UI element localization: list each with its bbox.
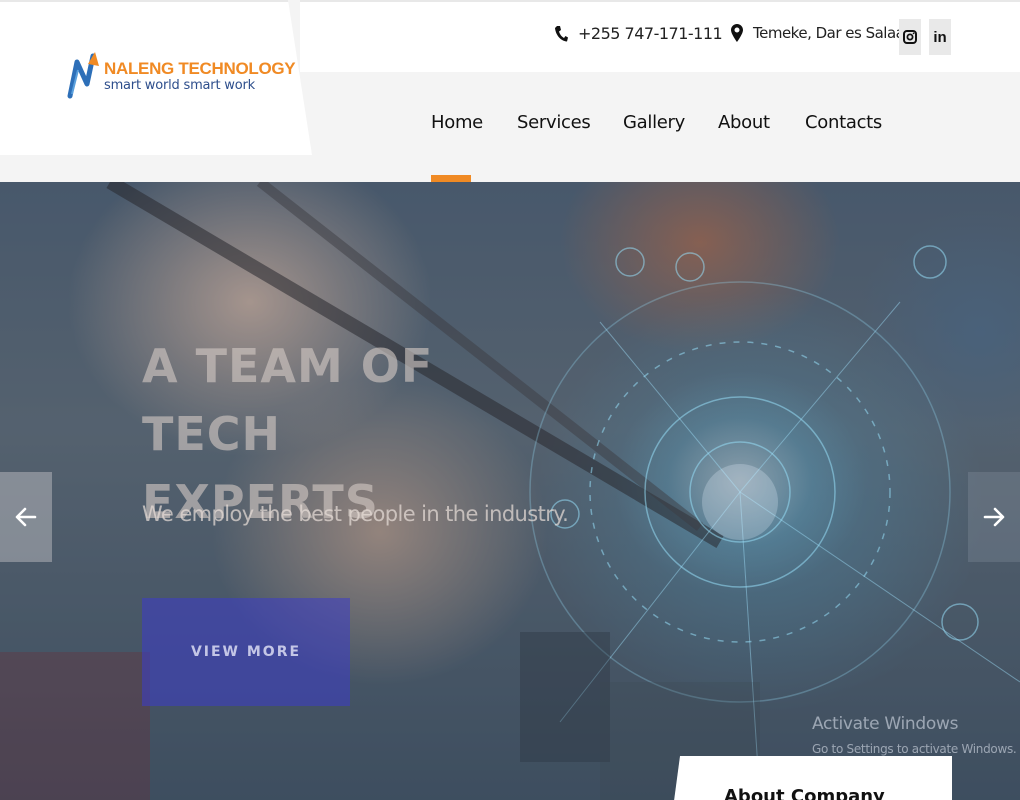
brand-tagline: smart world smart work xyxy=(104,78,255,93)
phone-icon xyxy=(555,25,568,41)
phone-number: +255 747-171-111 xyxy=(578,24,723,43)
nav-services[interactable]: Services xyxy=(517,112,591,133)
hero-title-line1: A TEAM OF TECH xyxy=(142,339,434,461)
about-company-card: About Company xyxy=(672,756,952,800)
logo-mark-icon xyxy=(67,52,99,99)
watermark-subtitle: Go to Settings to activate Windows. xyxy=(812,742,1017,756)
slider-next-button[interactable] xyxy=(968,472,1020,562)
linkedin-icon: in xyxy=(933,28,947,46)
nav-active-indicator xyxy=(431,175,471,182)
nav-contacts[interactable]: Contacts xyxy=(805,112,882,133)
arrow-right-icon xyxy=(983,507,1005,527)
activation-watermark: Activate Windows Go to Settings to activ… xyxy=(812,714,1017,756)
hero-slider: A TEAM OF TECH EXPERTS We employ the bes… xyxy=(0,182,1020,800)
instagram-icon xyxy=(903,30,917,44)
view-more-button[interactable]: VIEW MORE xyxy=(142,598,350,706)
slider-prev-button[interactable] xyxy=(0,472,52,562)
arrow-left-icon xyxy=(15,507,37,527)
linkedin-link[interactable]: in xyxy=(929,19,951,55)
map-pin-icon xyxy=(731,24,743,42)
site-header: NALENG TECHNOLOGY smart world smart work… xyxy=(0,0,1020,182)
hero-subtitle: We employ the best people in the industr… xyxy=(142,502,569,526)
phone-contact[interactable]: +255 747-171-111 xyxy=(554,24,723,43)
brand-name: NALENG TECHNOLOGY xyxy=(104,59,296,78)
location-text: Temeke, Dar es Salaam xyxy=(753,24,919,42)
location-contact: Temeke, Dar es Salaam xyxy=(731,24,919,42)
nav-home[interactable]: Home xyxy=(431,112,483,133)
about-card-title: About Company xyxy=(724,786,885,800)
watermark-title: Activate Windows xyxy=(812,714,959,734)
brand-logo[interactable]: NALENG TECHNOLOGY smart world smart work xyxy=(66,50,296,102)
instagram-link[interactable] xyxy=(899,19,921,55)
nav-about[interactable]: About xyxy=(718,112,770,133)
nav-gallery[interactable]: Gallery xyxy=(623,112,685,133)
